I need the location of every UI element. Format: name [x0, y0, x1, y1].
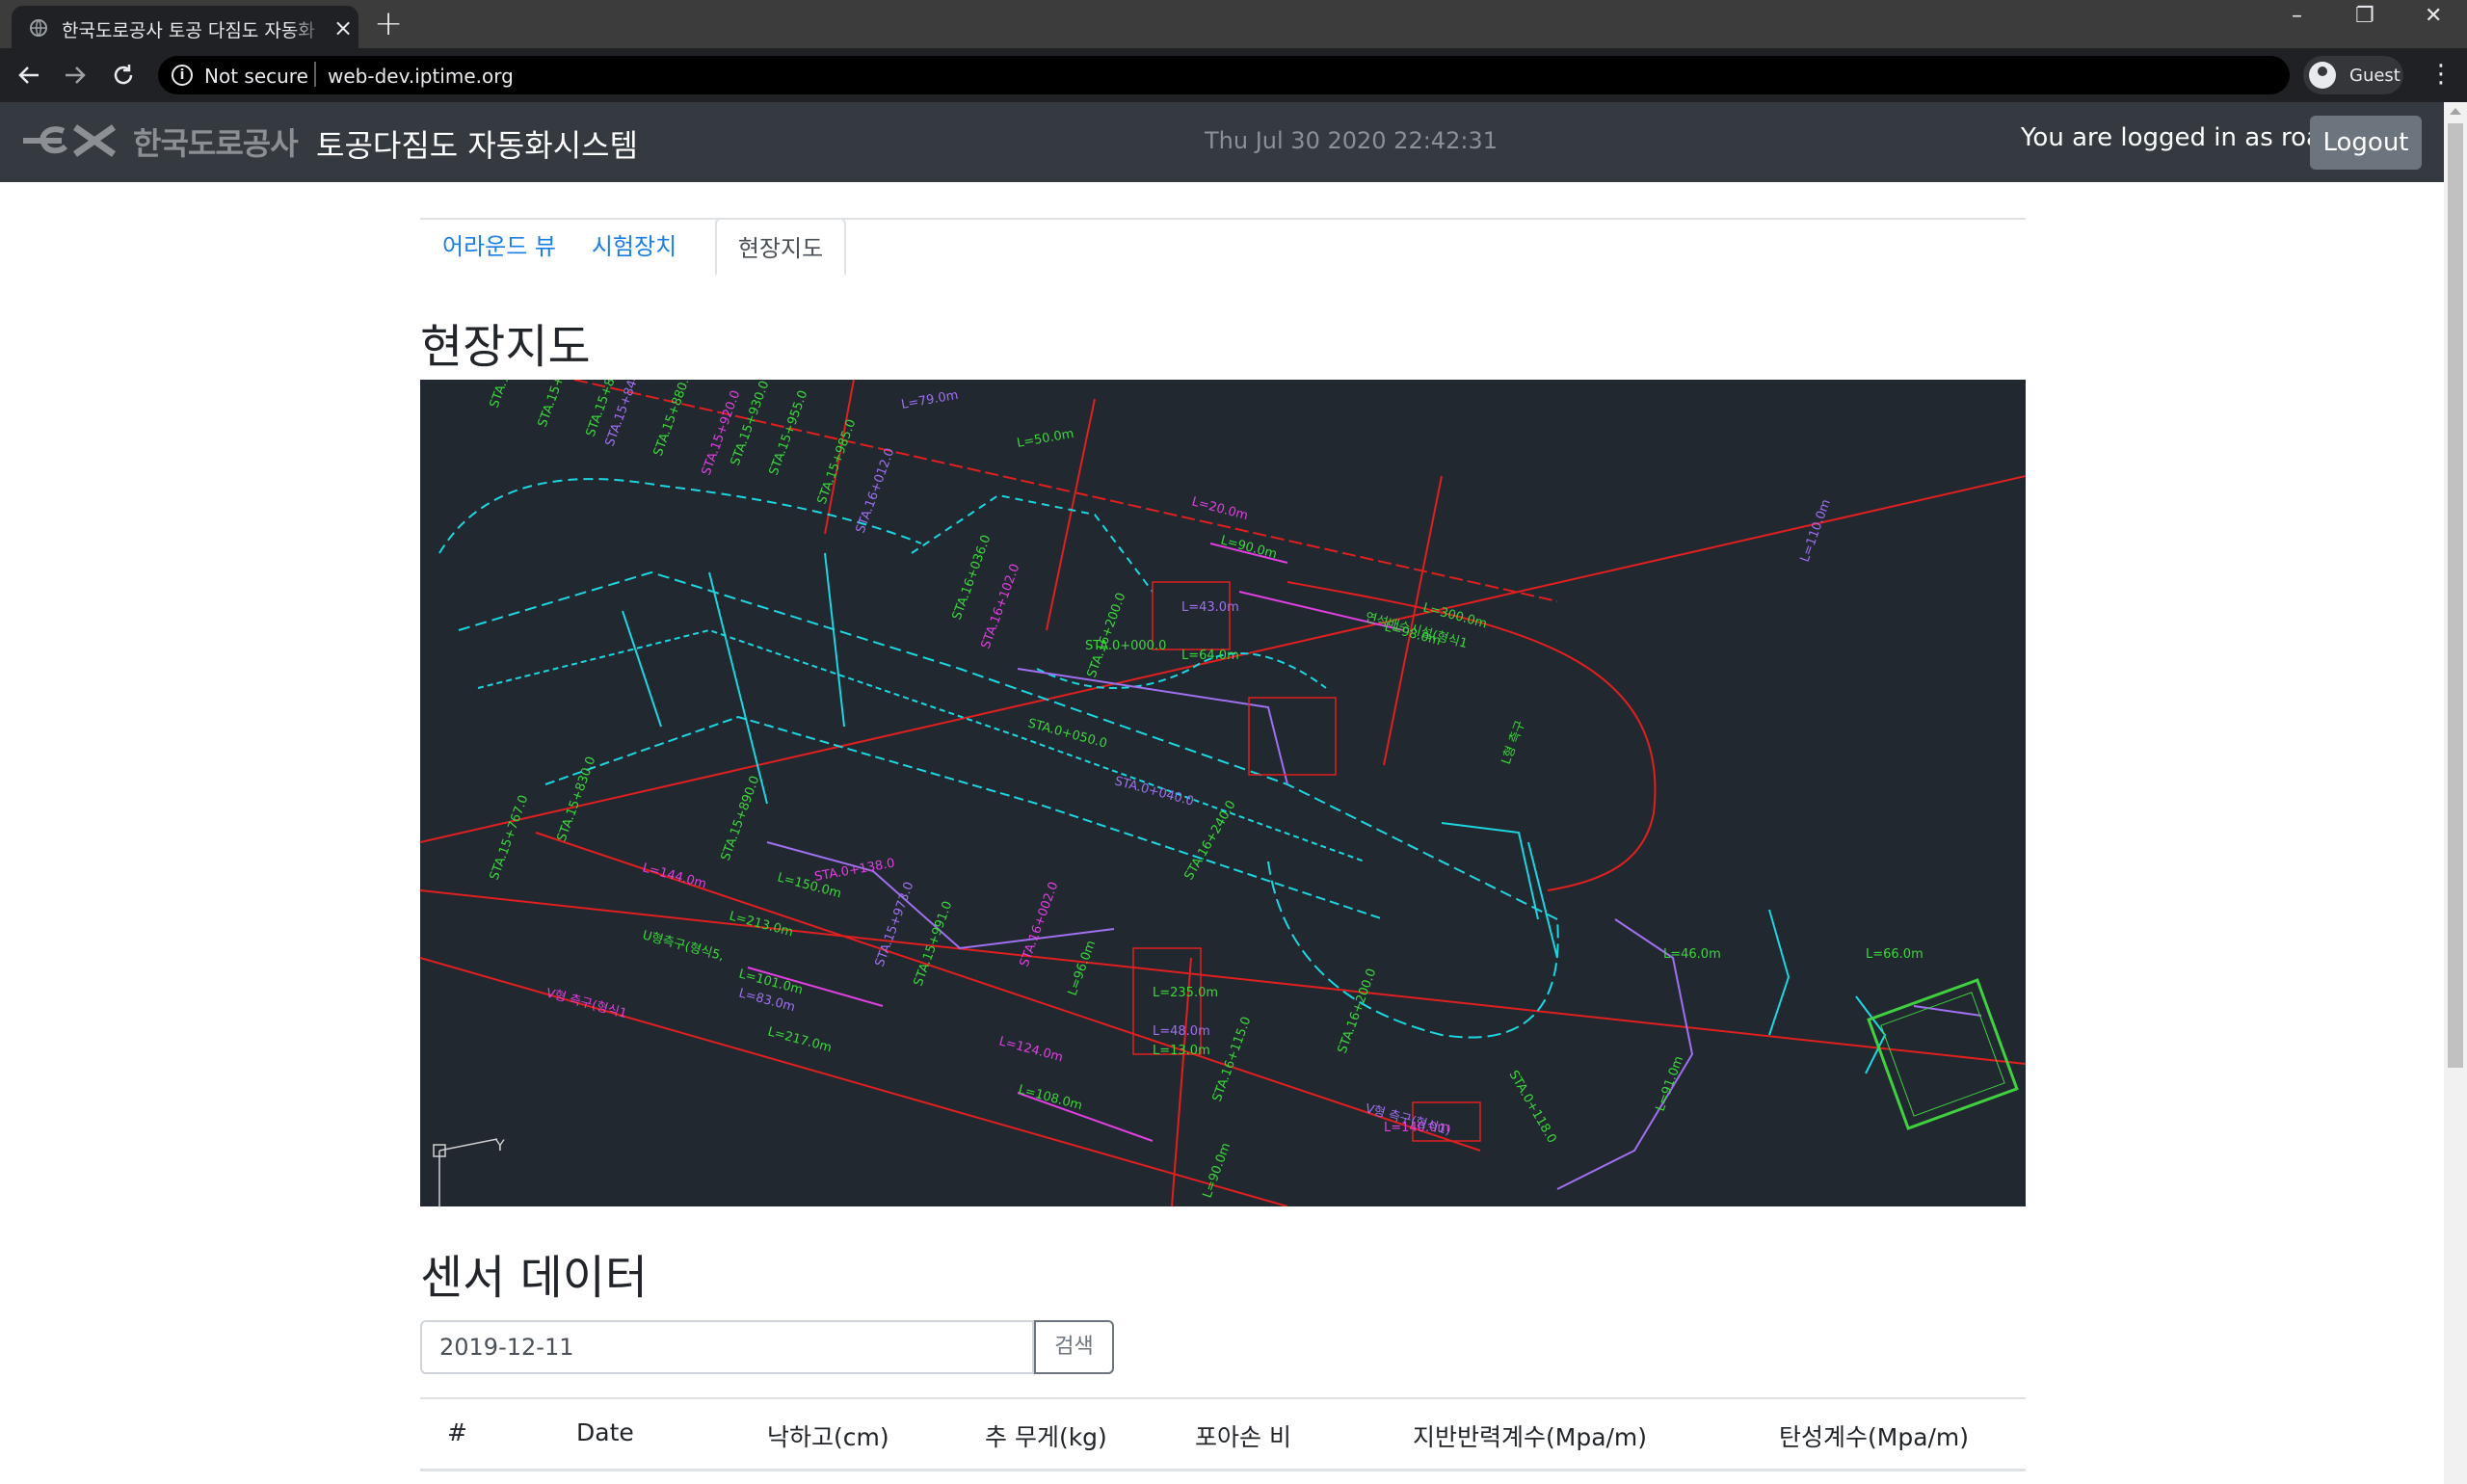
tab-test-device[interactable]: 시험장치	[578, 218, 690, 276]
cad-drawing: STA.15+800STA.15+810.0STA.15+832.0STA.15…	[420, 380, 2026, 1206]
col-header-date: Date	[576, 1418, 634, 1446]
cad-label: L=46.0m	[1663, 947, 1721, 962]
ucs-icon	[433, 1138, 498, 1206]
cad-label: L=13.0m	[1153, 1044, 1210, 1058]
page-scrollbar[interactable]	[2444, 102, 2467, 1484]
col-header-subgrade-modulus: 지반반력계수(Mpa/m)	[1413, 1423, 1648, 1451]
logout-button[interactable]: Logout	[2310, 116, 2422, 170]
cad-label: STA.16+036.0	[950, 533, 995, 622]
ex-logo-icon[interactable]	[21, 121, 123, 160]
cad-label: STA.15+880.0	[651, 380, 696, 458]
cad-label: L=64.0m	[1181, 649, 1239, 663]
col-header-poisson: 포아손 비	[1195, 1423, 1291, 1451]
cad-label: L=235.0m	[1153, 986, 1218, 1000]
app-title: 토공다짐도 자동화시스템	[316, 127, 639, 164]
cad-label: L=217.0m	[766, 1024, 834, 1055]
cad-label: STA.16+200.0	[1336, 967, 1380, 1055]
tab-site-map[interactable]: 현장지도	[715, 218, 846, 276]
scroll-up-icon[interactable]	[2450, 108, 2461, 115]
profile-label: Guest	[2349, 66, 2401, 86]
new-tab-button[interactable]: +	[374, 4, 403, 43]
cad-label: L=144.0m	[641, 861, 708, 891]
brand-name[interactable]: 한국도로공사	[133, 119, 299, 164]
search-button[interactable]: 검색	[1034, 1320, 1114, 1374]
col-header-weight: 추 무게(kg)	[985, 1423, 1107, 1451]
globe-icon	[30, 19, 47, 37]
browser-toolbar: i Not secure web-dev.iptime.org Guest ⋮	[0, 48, 2467, 102]
cad-label: L=20.0m	[1190, 494, 1250, 523]
cad-label: STA.15+985.0	[815, 417, 860, 506]
cad-label: L=90.0m	[1201, 1141, 1234, 1200]
cad-label: L=48.0m	[1153, 1024, 1210, 1039]
cad-label: L=90.0m	[1219, 533, 1279, 562]
app-navbar: 한국도로공사 토공다짐도 자동화시스템 Thu Jul 30 2020 22:4…	[0, 102, 2444, 182]
cad-label: STA.0+050.0	[1026, 716, 1108, 751]
sensor-data-heading: 센서 데이터	[420, 1251, 649, 1305]
person-icon	[2309, 62, 2336, 89]
page: 한국도로공사 토공다짐도 자동화시스템 Thu Jul 30 2020 22:4…	[0, 102, 2444, 1484]
close-tab-icon[interactable]: ×	[333, 14, 353, 41]
scroll-thumb[interactable]	[2448, 123, 2463, 1068]
cad-label: STA.16+102.0	[979, 562, 1023, 650]
info-icon[interactable]: i	[172, 65, 193, 86]
cad-label: STA.16+012.0	[854, 446, 898, 535]
tab-title: 한국도로공사 토공 다짐도 자동화	[62, 20, 315, 41]
address-bar[interactable]: i Not secure web-dev.iptime.org	[158, 56, 2290, 94]
cad-label: STA.15+890.0	[719, 774, 763, 862]
col-header-elastic-modulus: 탄성계수(Mpa/m)	[1779, 1423, 1970, 1451]
cad-label: STA.16+115.0	[1210, 1015, 1255, 1103]
date-input[interactable]: 2019-12-11	[420, 1320, 1034, 1374]
site-map-heading: 현장지도	[420, 320, 591, 374]
minimize-icon[interactable]: –	[2292, 4, 2302, 28]
reload-icon[interactable]	[110, 62, 137, 89]
clock: Thu Jul 30 2020 22:42:31	[1205, 127, 1498, 154]
cad-label: L=50.0m	[1016, 427, 1074, 451]
cad-label: L=43.0m	[1181, 600, 1239, 615]
forward-icon[interactable]	[62, 62, 89, 89]
cad-label: STA.15+800	[488, 380, 528, 410]
cad-label: STA.15+810.0	[536, 380, 580, 429]
ucs-y-label: Y	[494, 1136, 505, 1154]
menu-icon[interactable]: ⋮	[2428, 60, 2454, 89]
table-header-border	[420, 1469, 2026, 1471]
cad-label: U형측구(형식5,	[641, 928, 726, 964]
cad-label: STA.15+973.0	[873, 880, 917, 968]
cad-label: STA.0+118.0	[1506, 1069, 1559, 1147]
cad-label: STA.15+955.0	[767, 388, 811, 477]
cad-label: STA.16+002.0	[1018, 880, 1062, 968]
cad-label: L=213.0m	[728, 909, 795, 940]
cad-label: L형 측구	[1499, 719, 1528, 767]
url-text[interactable]: web-dev.iptime.org	[328, 65, 514, 88]
cad-label: STA.16+240.0	[1181, 798, 1238, 883]
cyan-structures	[438, 478, 1887, 1074]
restore-icon[interactable]: ❐	[2355, 4, 2374, 28]
profile-button[interactable]: Guest	[2303, 56, 2403, 94]
back-icon[interactable]	[15, 62, 42, 89]
close-window-icon[interactable]: ✕	[2425, 4, 2442, 28]
col-header-drop-height: 낙하고(cm)	[767, 1423, 889, 1451]
table-top-border	[420, 1397, 2026, 1399]
login-status: You are logged in as road1	[2021, 123, 2354, 152]
omnibox-divider	[314, 62, 316, 87]
col-header-index: #	[447, 1418, 467, 1446]
cad-label: L=66.0m	[1866, 947, 1923, 962]
drawing-labels: STA.15+800STA.15+810.0STA.15+832.0STA.15…	[488, 380, 1923, 1200]
cad-label: STA.15+830.0	[555, 755, 599, 843]
cad-label: STA.0+000.0	[1085, 639, 1166, 653]
security-label: Not secure	[204, 65, 308, 88]
cad-label: STA.16+200.0	[1085, 591, 1129, 679]
site-map-drawing[interactable]: STA.15+800STA.15+810.0STA.15+832.0STA.15…	[420, 380, 2026, 1206]
cad-label: STA.15+767.0	[488, 793, 532, 882]
cad-label: L=108.0m	[1017, 1082, 1084, 1113]
cad-label: STA.0+040.0	[1113, 774, 1195, 808]
cad-label: L=79.0m	[900, 388, 959, 412]
tab-around-view[interactable]: 어라운드 뷰	[432, 218, 567, 276]
browser-tabstrip: 한국도로공사 토공 다짐도 자동화 × + – ❐ ✕	[0, 0, 2467, 48]
cad-label: V형 측구(형식1	[544, 986, 628, 1021]
cad-label: L=91.0m	[1654, 1054, 1687, 1113]
cad-label: L=124.0m	[997, 1034, 1065, 1065]
cad-label: L=96.0m	[1066, 939, 1100, 997]
browser-tab[interactable]: 한국도로공사 토공 다짐도 자동화 ×	[12, 6, 358, 48]
cad-label: L=110.0m	[1798, 497, 1834, 564]
